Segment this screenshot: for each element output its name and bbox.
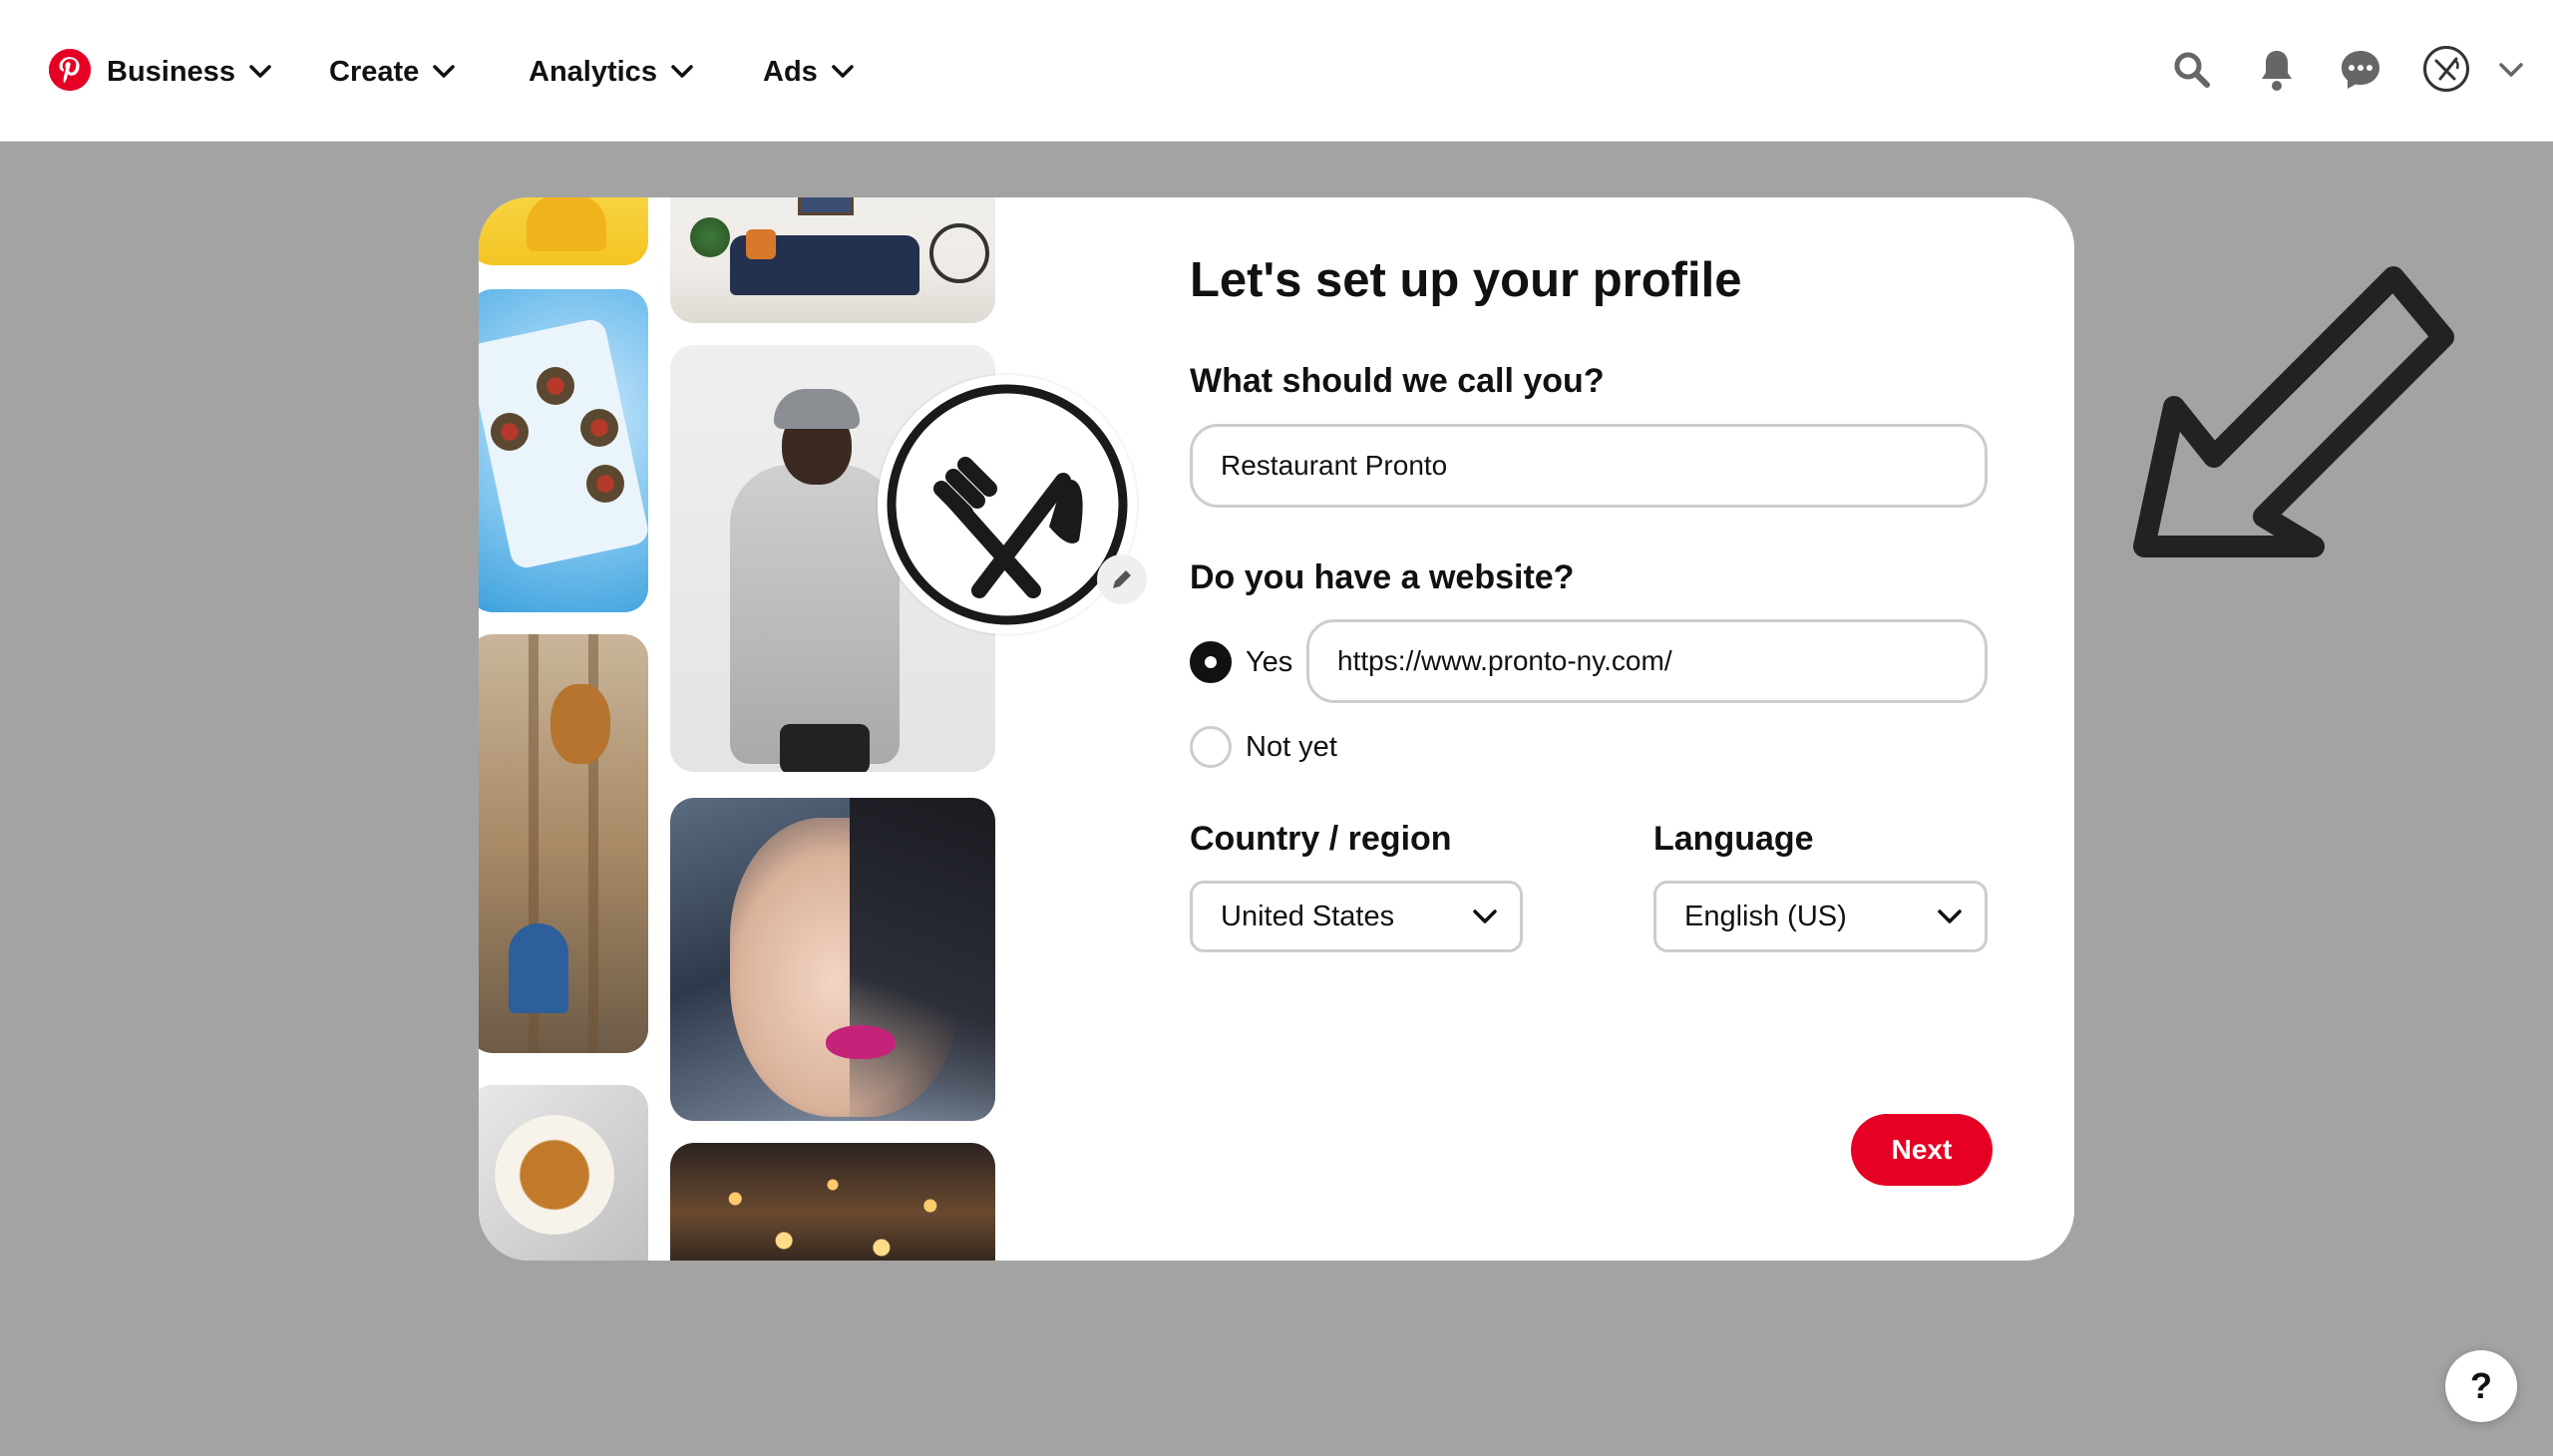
collage-image-street-lights: [670, 1143, 995, 1261]
nav-business-label: Business: [107, 55, 235, 88]
child-shape: [509, 923, 568, 1013]
messages-icon[interactable]: [2335, 44, 2386, 96]
collage-image-kids-room: [479, 634, 648, 1053]
collage-image-beauty: [670, 798, 995, 1121]
search-icon[interactable]: [2166, 44, 2218, 96]
lips-shape: [826, 1025, 896, 1059]
page-title: Let's set up your profile: [1190, 253, 1742, 307]
language-select[interactable]: English (US): [1653, 881, 1988, 952]
collage-image-toy: [479, 197, 648, 265]
chevron-down-icon[interactable]: [2499, 62, 2523, 78]
chevron-down-icon: [433, 65, 456, 79]
country-label: Country / region: [1190, 820, 1452, 858]
language-value: English (US): [1684, 900, 1847, 932]
nav-ads-menu[interactable]: Ads: [763, 52, 854, 92]
yes-label: Yes: [1246, 645, 1293, 678]
nav-business-menu[interactable]: Business: [107, 52, 271, 92]
chevron-down-icon: [832, 65, 854, 79]
food-item: [586, 465, 624, 503]
bell-icon[interactable]: [2251, 44, 2303, 96]
yes-radio[interactable]: [1190, 641, 1232, 683]
profile-setup-card: Let's set up your profile What should we…: [479, 197, 2074, 1261]
name-label: What should we call you?: [1190, 362, 1605, 400]
avatar-icon[interactable]: [2423, 46, 2469, 92]
name-input[interactable]: [1190, 424, 1988, 508]
food-item: [580, 409, 618, 447]
nav-create-label: Create: [329, 55, 420, 88]
profile-picture[interactable]: [878, 375, 1137, 634]
hair-shape: [850, 798, 995, 1121]
toy-figure: [527, 197, 606, 251]
country-value: United States: [1221, 900, 1395, 932]
language-label: Language: [1653, 820, 1814, 858]
arrow-annotation-icon: [2104, 257, 2463, 566]
chevron-down-icon: [1938, 910, 1962, 923]
plant-shape: [690, 217, 730, 257]
chevron-down-icon: [249, 65, 271, 79]
food-item: [491, 413, 529, 451]
help-button[interactable]: ?: [2445, 1350, 2517, 1422]
bowl-shape: [495, 1115, 614, 1235]
top-navigation-bar: Business Create Analytics Ads: [0, 0, 2553, 142]
chevron-down-icon: [671, 65, 693, 79]
collage-image-bowl: [479, 1085, 648, 1261]
not-yet-radio[interactable]: [1190, 726, 1232, 768]
not-yet-label: Not yet: [1246, 730, 1337, 763]
pinterest-logo-icon[interactable]: [49, 49, 91, 91]
pillow-shape: [746, 229, 776, 259]
monkey-toy-shape: [550, 684, 610, 764]
nav-analytics-label: Analytics: [529, 55, 657, 88]
food-item: [537, 367, 574, 405]
website-not-yet-option[interactable]: Not yet: [1190, 726, 1337, 768]
man-hat-shape: [774, 389, 860, 429]
website-question-label: Do you have a website?: [1190, 558, 1575, 596]
nav-create-menu[interactable]: Create: [329, 52, 456, 92]
collage-image-food: [479, 289, 648, 612]
next-button[interactable]: Next: [1851, 1114, 1993, 1186]
nav-analytics-menu[interactable]: Analytics: [529, 52, 693, 92]
country-select[interactable]: United States: [1190, 881, 1523, 952]
website-url-input[interactable]: [1306, 619, 1988, 703]
collage-image-living-room: [670, 197, 995, 323]
bicycle-wheel-shape: [929, 223, 989, 283]
chevron-down-icon: [1473, 910, 1497, 923]
man-leg-shape: [780, 724, 870, 772]
string-lights-shape: [670, 1143, 995, 1261]
man-body-shape: [730, 465, 900, 764]
nav-ads-label: Ads: [763, 55, 818, 88]
fork-knife-logo-icon: [887, 384, 1128, 625]
edit-pencil-icon[interactable]: [1097, 554, 1147, 604]
website-yes-option[interactable]: Yes: [1190, 641, 1292, 683]
wall-art-shape: [798, 197, 854, 215]
